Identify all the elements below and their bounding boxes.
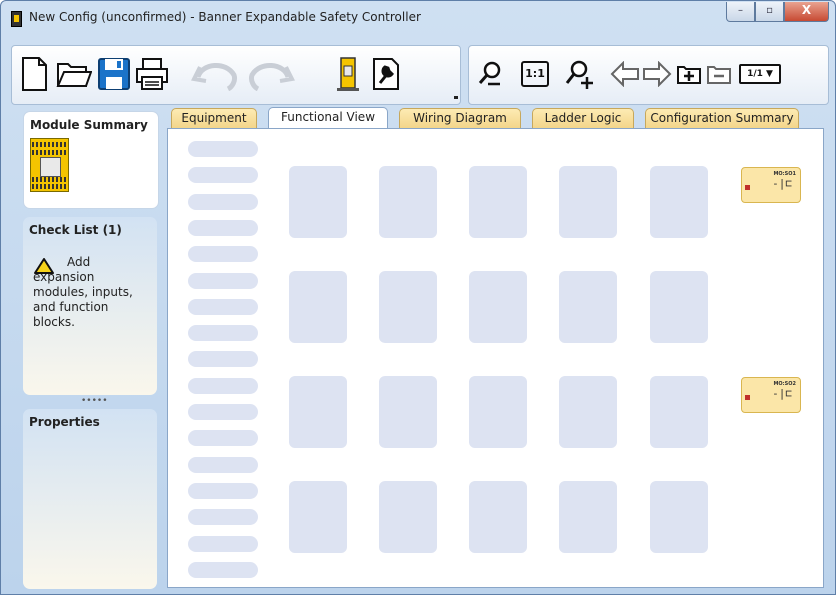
function-block-slot[interactable] [469,376,527,448]
warning-icon [34,258,54,274]
redo-icon[interactable] [246,56,296,92]
input-slot[interactable] [188,193,258,210]
function-block-slot[interactable] [469,481,527,553]
check-list-item[interactable]: Add expansion modules, inputs, and funct… [33,255,153,330]
function-block-slot[interactable] [289,376,347,448]
function-block-slot[interactable] [379,271,437,343]
functional-view-canvas[interactable]: MO:SO1 -|⊏ MO:SO2 -|⊏ [167,128,824,588]
input-slot[interactable] [188,430,258,447]
properties-panel: Properties [23,409,157,589]
input-slot[interactable] [188,351,258,368]
output-indicator-icon [745,395,750,400]
output-indicator-icon [745,185,750,190]
controller-icon[interactable] [330,56,366,92]
function-block-slot[interactable] [650,376,708,448]
arrow-right-icon[interactable] [639,56,675,92]
window-title: New Config (unconfirmed) - Banner Expand… [29,10,421,24]
input-slot[interactable] [188,377,258,394]
check-list-panel: Check List (1) Add expansion modules, in… [23,217,157,395]
function-block-slot[interactable] [289,271,347,343]
function-block-slot[interactable] [559,376,617,448]
view-toolbar: 1:1 1/1 ▼ [468,45,829,105]
properties-title: Properties [29,415,100,429]
input-slot[interactable] [188,561,258,578]
input-slot[interactable] [188,535,258,552]
function-block-slot[interactable] [559,481,617,553]
minimize-button[interactable]: – [726,2,755,22]
function-block-slot[interactable] [379,376,437,448]
function-block-slot[interactable] [650,481,708,553]
input-slot[interactable] [188,246,258,263]
input-slot[interactable] [188,298,258,315]
app-icon[interactable] [11,11,22,27]
remove-page-icon[interactable] [701,56,737,92]
input-slot[interactable] [188,325,258,342]
input-slot[interactable] [188,219,258,236]
function-block-slot[interactable] [379,166,437,238]
title-bar[interactable]: New Config (unconfirmed) - Banner Expand… [1,1,835,35]
tab-wiring-diagram[interactable]: Wiring Diagram [399,108,521,128]
undo-icon[interactable] [190,56,240,92]
tab-ladder-logic[interactable]: Ladder Logic [532,108,634,128]
function-block-slot[interactable] [469,166,527,238]
zoom-actual-icon[interactable]: 1:1 [517,56,553,92]
input-slot[interactable] [188,404,258,420]
module-summary-title: Module Summary [30,118,148,132]
function-block-slot[interactable] [650,271,708,343]
function-block-slot[interactable] [559,166,617,238]
maximize-button[interactable]: ▫ [755,2,784,22]
function-block-slot[interactable] [379,481,437,553]
output-block-so2[interactable]: MO:SO2 -|⊏ [741,377,801,413]
input-slot[interactable] [188,509,258,526]
add-user-icon[interactable] [561,56,597,92]
controller-module-image[interactable] [30,138,69,192]
input-slot[interactable] [188,456,258,473]
function-block-slot[interactable] [289,166,347,238]
zoom-out-icon[interactable] [473,56,509,92]
tab-configuration-summary[interactable]: Configuration Summary [645,108,799,128]
new-file-icon[interactable] [16,56,52,92]
wrench-icon[interactable] [368,56,404,92]
zoom-actual-label: 1:1 [521,61,549,87]
tab-equipment[interactable]: Equipment [171,108,257,128]
splitter-grip[interactable]: ••••• [81,396,108,406]
input-slot[interactable] [188,167,258,184]
function-block-slot[interactable] [650,166,708,238]
close-button[interactable]: X [784,2,829,22]
app-window: New Config (unconfirmed) - Banner Expand… [0,0,836,595]
input-slot[interactable] [188,141,258,157]
contact-symbol: -|⊏ [772,387,792,400]
input-slot[interactable] [188,272,258,289]
input-slot[interactable] [188,482,258,499]
check-list-title: Check List (1) [29,223,122,237]
page-indicator: 1/1 ▼ [739,64,781,84]
main-toolbar [11,45,461,105]
open-folder-icon[interactable] [56,56,92,92]
save-icon[interactable] [96,56,132,92]
module-summary-panel: Module Summary [23,111,159,209]
function-block-slot[interactable] [559,271,617,343]
function-block-slot[interactable] [289,481,347,553]
print-icon[interactable] [134,56,170,92]
page-selector[interactable]: 1/1 ▼ [739,56,781,92]
contact-symbol: -|⊏ [772,177,792,190]
tab-functional-view[interactable]: Functional View [268,107,388,129]
toolbar-overflow-icon[interactable] [454,96,458,99]
function-block-slot[interactable] [469,271,527,343]
output-block-so1[interactable]: MO:SO1 -|⊏ [741,167,801,203]
arrow-left-icon[interactable] [607,56,643,92]
